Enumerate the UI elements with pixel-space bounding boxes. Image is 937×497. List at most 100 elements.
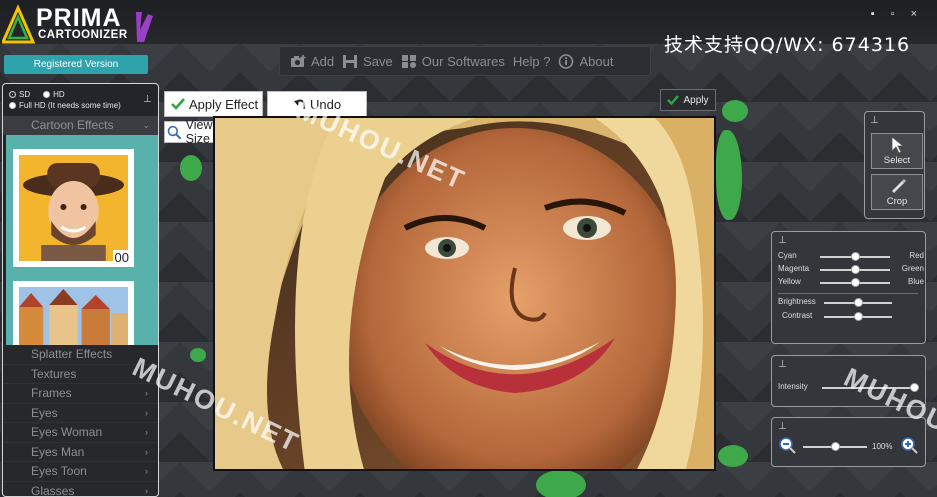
info-icon	[559, 53, 574, 69]
sd-radio[interactable]	[9, 91, 16, 98]
pin-icon[interactable]: ⊥	[870, 115, 879, 126]
green-splatter	[180, 155, 202, 181]
pin-icon[interactable]: ⊥	[778, 421, 787, 432]
add-button[interactable]: Add	[290, 54, 334, 69]
menu-label: Glasses	[31, 483, 75, 497]
help-label: Help ?	[512, 53, 551, 69]
zoom-out-icon[interactable]	[779, 437, 797, 455]
red-label: Red	[909, 251, 924, 260]
menu-textures[interactable]: Textures	[3, 364, 158, 384]
apply-button[interactable]: Apply	[660, 89, 716, 111]
menu-label: Eyes Man	[31, 444, 85, 459]
floppy-disk-icon	[343, 54, 358, 68]
pin-icon[interactable]: ⊥	[778, 359, 787, 370]
minimize-button[interactable]: ▪	[871, 8, 875, 20]
menu-splatter-effects[interactable]: Splatter Effects	[3, 345, 158, 365]
cyan-red-slider[interactable]: Cyan Red	[778, 251, 924, 263]
about-button[interactable]: About	[558, 54, 613, 69]
save-button[interactable]: Save	[342, 54, 393, 69]
color-balance-panel: ⊥ Cyan Red Magenta Green Yellow Blue Bri…	[771, 231, 926, 344]
tools-panel: ⊥ Select Crop	[864, 111, 925, 219]
add-label: Add	[311, 53, 335, 69]
brightness-slider[interactable]: Brightness	[778, 297, 924, 309]
slider-knob[interactable]	[909, 383, 919, 392]
contrast-slider[interactable]: Contrast	[778, 311, 924, 323]
effect-thumbnail[interactable]	[13, 281, 134, 347]
slider-knob[interactable]	[850, 252, 860, 261]
cartoonized-photo[interactable]	[213, 116, 716, 471]
slider-knob[interactable]	[850, 278, 860, 287]
effect-thumbnail[interactable]: 00	[13, 149, 134, 267]
undo-label: Undo	[310, 96, 342, 112]
window-controls: ▪ ▫ ×	[871, 8, 917, 20]
effects-gallery: 00	[6, 135, 158, 347]
sidebar-menu-frame: Splatter Effects Textures Frames › Eyes › …	[2, 345, 159, 497]
yellow-blue-slider[interactable]: Yellow Blue	[778, 277, 924, 289]
green-splatter	[536, 470, 586, 497]
menu-eyes-toon[interactable]: Eyes Toon ›	[3, 462, 158, 482]
select-tool-button[interactable]: Select	[871, 133, 923, 169]
menu-frames[interactable]: Frames ›	[3, 384, 158, 404]
yellow-label: Yellow	[778, 277, 801, 286]
cartoon-effects-label: Cartoon Effects	[31, 118, 114, 132]
magenta-green-slider[interactable]: Magenta Green	[778, 264, 924, 276]
app-logo: PRIMA CARTOONIZER	[2, 4, 162, 44]
menu-eyes[interactable]: Eyes ›	[3, 403, 158, 423]
menu-label: Frames	[31, 386, 72, 400]
brush-icon	[136, 12, 153, 42]
menu-eyes-woman[interactable]: Eyes Woman ›	[3, 423, 158, 443]
green-label: Green	[901, 264, 924, 273]
registration-badge: Registered Version	[4, 55, 148, 74]
save-label: Save	[363, 53, 393, 69]
pin-icon[interactable]: ⊥	[143, 94, 152, 105]
zoom-in-icon[interactable]	[901, 437, 919, 455]
chevron-right-icon: ›	[145, 388, 148, 398]
about-label: About	[579, 53, 614, 69]
maximize-button[interactable]: ▫	[891, 8, 895, 20]
undo-icon	[294, 99, 305, 109]
logo-subtitle: CARTOONIZER	[38, 29, 128, 41]
zoom-level: 100%	[872, 442, 893, 451]
menu-label: Splatter Effects	[31, 347, 113, 361]
close-button[interactable]: ×	[911, 8, 917, 20]
cartoon-effects-header[interactable]: Cartoon Effects ⌄	[3, 116, 158, 135]
chevron-down-icon: ⌄	[142, 120, 150, 130]
camera-add-icon	[291, 54, 306, 67]
green-splatter	[718, 445, 748, 467]
portrait-man-thumbnail	[19, 155, 128, 261]
undo-button[interactable]: Undo	[267, 91, 367, 117]
chevron-right-icon: ›	[145, 485, 148, 496]
checkmark-icon	[171, 98, 185, 110]
apps-grid-icon	[401, 54, 416, 68]
slider-knob[interactable]	[853, 298, 863, 307]
cyan-label: Cyan	[778, 251, 797, 260]
resolution-options: SD HD	[9, 90, 65, 99]
menu-eyes-man[interactable]: Eyes Man ›	[3, 442, 158, 462]
our-softwares-button[interactable]: Our Softwares	[401, 54, 505, 69]
checkmark-icon	[667, 95, 680, 105]
help-button[interactable]: Help ?	[513, 54, 551, 69]
full-hd-label: Full HD (It needs some time)	[19, 101, 121, 110]
slider-track	[822, 387, 914, 389]
green-splatter	[722, 100, 748, 122]
chevron-right-icon: ›	[145, 466, 148, 476]
menu-label: Eyes Woman	[31, 425, 103, 439]
zoom-panel: ⊥ 100%	[771, 417, 926, 467]
intensity-slider[interactable]: Intensity	[778, 382, 924, 394]
slider-knob[interactable]	[850, 265, 860, 274]
intensity-panel: ⊥ Intensity	[771, 355, 926, 407]
apply-effect-button[interactable]: Apply Effect	[164, 91, 263, 117]
hd-radio[interactable]	[43, 91, 51, 98]
brightness-label: Brightness	[778, 297, 816, 306]
zoom-knob[interactable]	[830, 442, 840, 451]
intensity-label: Intensity	[778, 382, 808, 391]
full-hd-radio[interactable]	[9, 102, 16, 109]
pin-icon[interactable]: ⊥	[778, 235, 787, 246]
full-hd-option: Full HD (It needs some time)	[9, 101, 121, 110]
menu-label: Eyes Toon	[31, 464, 87, 478]
menu-glasses[interactable]: Glasses ›	[3, 481, 158, 497]
slider-knob[interactable]	[853, 312, 863, 321]
crop-tool-button[interactable]: Crop	[871, 174, 923, 210]
sd-label: SD	[19, 90, 31, 99]
select-label: Select	[883, 155, 911, 166]
